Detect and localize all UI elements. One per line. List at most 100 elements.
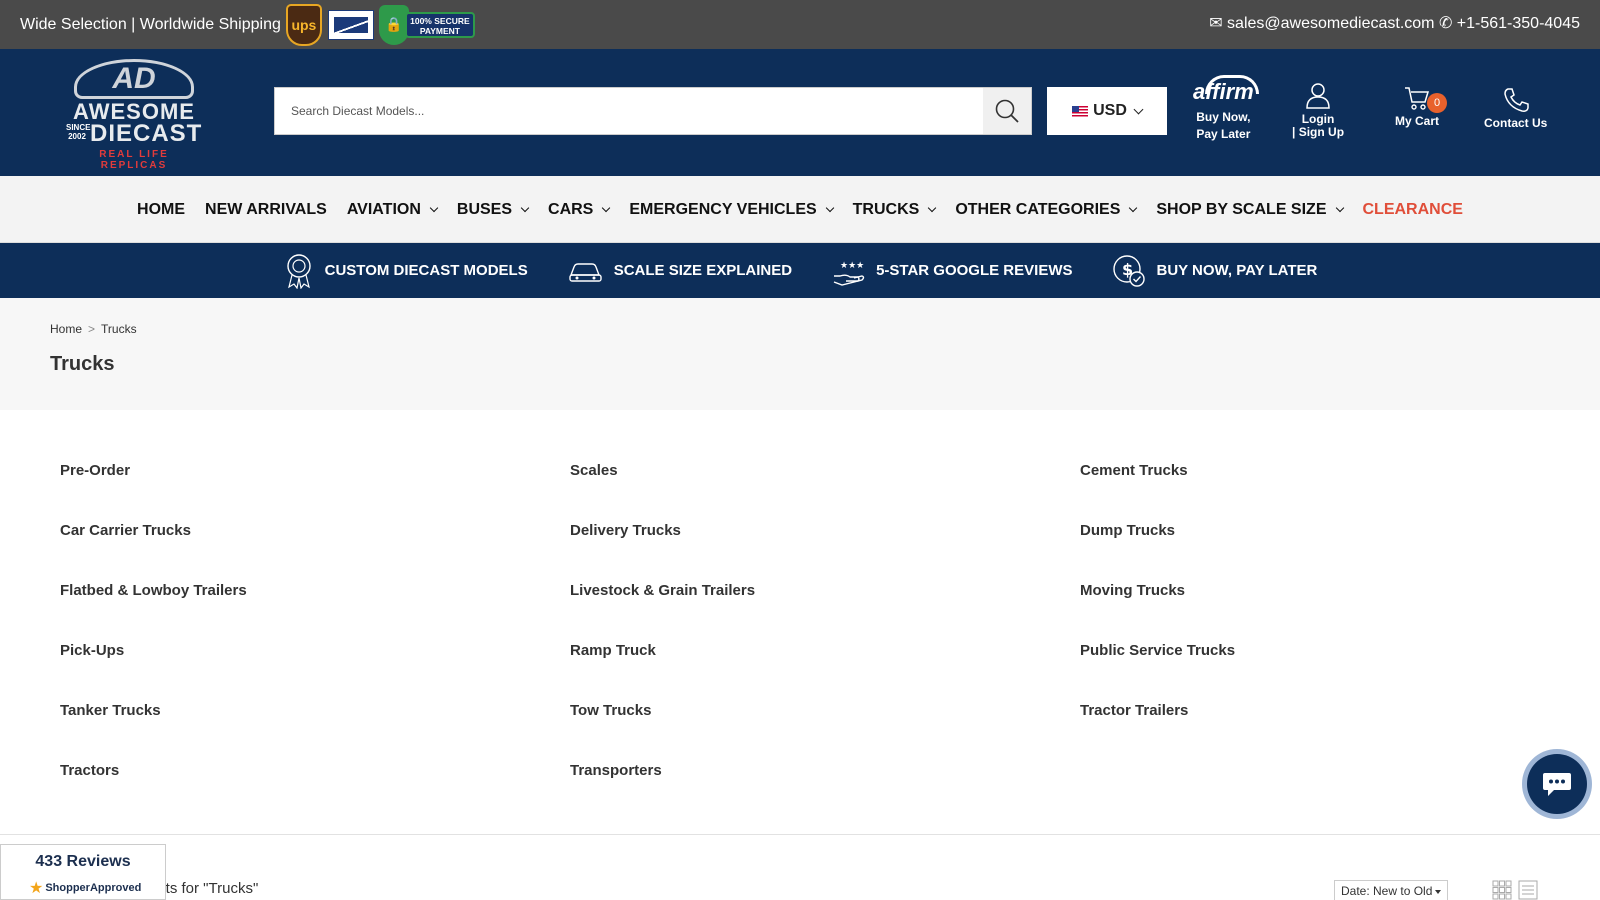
cart-count-badge: 0 [1427,93,1447,113]
chevron-down-icon [928,203,937,213]
search-icon [995,99,1019,123]
sort-select[interactable]: Date: New to Old [1334,880,1448,900]
secure-payment-badge: 🔒 100% SECURE PAYMENT [378,4,477,46]
secure-badge-line1: 100% SECURE [410,15,470,26]
shopper-approved-logo: ★ ShopperApproved [29,878,141,898]
top-contact-info[interactable]: ✉ sales@awesomediecast.com ✆ +1-561-350-… [1209,0,1580,46]
logo-since: SINCE 2002 [66,123,91,141]
subcategory-link[interactable]: Tanker Trucks [60,702,161,719]
chevron-down-icon [1133,104,1144,114]
affirm-link[interactable]: affirm Buy Now, Pay Later [1193,75,1259,143]
subcategory-link[interactable]: Pre-Order [60,462,130,479]
chevron-down-icon [429,203,439,213]
chevron-down-icon [520,203,530,213]
breadcrumb-home[interactable]: Home [50,322,82,336]
top-bar: Wide Selection | Worldwide Shipping ups … [0,0,1600,49]
contact-us-link[interactable]: Contact Us [1484,87,1547,130]
logo-initials: AD [74,59,194,99]
subcategory-link[interactable]: Tractor Trailers [1080,702,1188,719]
subcategory-link[interactable]: Car Carrier Trucks [60,522,191,539]
nav-home[interactable]: HOME [127,201,195,219]
breadcrumb-separator: > [88,322,96,336]
nav-cars[interactable]: CARS [538,201,619,219]
search-input[interactable] [275,88,985,134]
feature-bar: CUSTOM DIECAST MODELS SCALE SIZE EXPLAIN… [0,243,1600,298]
contact-text[interactable]: ✉ sales@awesomediecast.com ✆ +1-561-350-… [1209,13,1580,33]
ups-badge-icon: ups [285,3,322,46]
subcategory-link[interactable]: Pick-Ups [60,642,124,659]
award-ribbon-icon [286,253,311,289]
subcategory-link[interactable]: Dump Trucks [1080,522,1175,539]
nav-clearance[interactable]: CLEARANCE [1353,201,1473,219]
feature-buy-now-pay-later[interactable]: $ BUY NOW, PAY LATER [1112,254,1317,288]
secure-badge-line2: PAYMENT [419,25,460,36]
results-count: ults for "Trucks" [154,880,259,897]
cart-label: My Cart [1395,114,1440,128]
subcategory-link[interactable]: Ramp Truck [570,642,656,659]
main-navigation: HOME NEW ARRIVALS AVIATION BUSES CARS EM… [0,176,1600,243]
dollar-check-icon: $ [1113,254,1146,287]
subcategory-link[interactable]: Scales [570,462,618,479]
my-cart-link[interactable]: 0 My Cart [1395,85,1447,128]
shipping-tagline: Wide Selection | Worldwide Shipping [20,15,281,33]
chevron-down-icon [602,203,611,213]
subcategory-link[interactable]: Public Service Trucks [1080,642,1235,659]
nav-buses[interactable]: BUSES [447,201,538,219]
site-logo[interactable]: AD AWESOME SINCE 2002 DIECAST REAL LIFE … [64,59,204,171]
section-divider [0,834,1600,835]
affirm-logo: affirm [1193,75,1259,104]
affirm-line2: Pay Later [1196,127,1251,141]
reviews-widget[interactable]: 433 Reviews ★ ShopperApproved [0,844,166,900]
phone-icon [1503,88,1529,112]
signup-label: | Sign Up [1292,125,1345,139]
currency-selector[interactable]: USD [1047,87,1167,135]
subcategory-link[interactable]: Delivery Trucks [570,522,681,539]
subcategory-link[interactable]: Cement Trucks [1080,462,1188,479]
nav-new-arrivals[interactable]: NEW ARRIVALS [195,201,337,219]
nav-trucks[interactable]: TRUCKS [843,201,946,219]
sort-value: Date: New to Old [1341,884,1433,898]
subcategory-link[interactable]: Tractors [60,762,119,779]
search-button[interactable] [983,88,1031,134]
hand-stars-icon: ★★★ [833,261,864,286]
feature-google-reviews[interactable]: ★★★ 5-STAR GOOGLE REVIEWS [832,256,1072,286]
star-icon: ★ [29,880,44,897]
site-header: AD AWESOME SINCE 2002 DIECAST REAL LIFE … [0,49,1600,176]
svg-text:★★★: ★★★ [840,261,864,271]
us-flag-icon [1072,105,1089,117]
reviews-count: 433 Reviews [35,853,131,870]
live-chat-button[interactable] [1522,749,1592,819]
car-scale-icon [569,262,602,282]
breadcrumb: Home > Trucks [50,322,137,336]
chevron-down-icon [1335,203,1344,213]
affirm-line1: Buy Now, [1196,110,1251,124]
subcategory-link[interactable]: Transporters [570,762,662,779]
list-view-icon[interactable] [1518,880,1538,900]
usps-badge-icon [327,9,374,40]
login-signup-link[interactable]: Login | Sign Up [1292,81,1344,139]
currency-value: USD [1093,102,1127,119]
subcategory-link[interactable]: Flatbed & Lowboy Trailers [60,582,247,599]
search-bar [274,87,1032,135]
chat-bubble-icon [1543,773,1571,796]
breadcrumb-current: Trucks [101,322,137,336]
contact-us-label: Contact Us [1484,116,1548,130]
chevron-down-icon [825,203,834,213]
chevron-down-icon [1129,203,1138,213]
caret-down-icon [1435,889,1442,894]
subcategory-link[interactable]: Livestock & Grain Trailers [570,582,755,599]
top-bar-left: Wide Selection | Worldwide Shipping ups … [20,0,477,49]
user-icon [1306,83,1330,109]
page-title: Trucks [50,353,115,375]
subcategory-link[interactable]: Tow Trucks [570,702,651,719]
nav-other-categories[interactable]: OTHER CATEGORIES [945,201,1146,219]
subcategory-link[interactable]: Moving Trucks [1080,582,1185,599]
grid-view-icon[interactable] [1492,880,1512,900]
feature-custom-models[interactable]: CUSTOM DIECAST MODELS [283,253,528,289]
page-header: Home > Trucks Trucks [0,298,1600,410]
nav-emergency-vehicles[interactable]: EMERGENCY VEHICLES [619,201,842,219]
feature-scale-size[interactable]: SCALE SIZE EXPLAINED [568,257,792,285]
nav-aviation[interactable]: AVIATION [337,201,447,219]
logo-line2: DIECAST [90,120,203,147]
nav-shop-by-scale-size[interactable]: SHOP BY SCALE SIZE [1146,201,1352,219]
